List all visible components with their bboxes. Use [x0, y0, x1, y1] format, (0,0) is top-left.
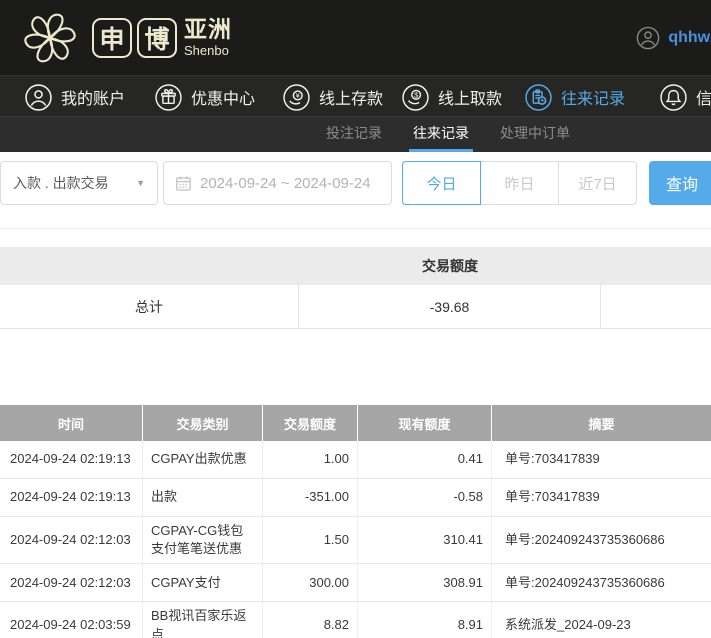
date-range-input[interactable]: 2024-09-24 ~ 2024-09-24 [163, 161, 392, 205]
summary-header-row: 交易额度 [0, 247, 711, 285]
avatar-icon [636, 26, 660, 50]
logo-char-bo: 博 [137, 18, 177, 58]
cell-category: 出款 [143, 479, 263, 516]
col-header-amount: 交易额度 [263, 405, 358, 441]
logo-region: 亚洲 [184, 18, 232, 41]
cell-amount: -351.00 [263, 479, 358, 516]
cell-balance: 310.41 [358, 517, 492, 563]
summary-table: 交易额度 总计 -39.68 [0, 247, 711, 329]
summary-header-spacer [0, 247, 299, 285]
subtab-bar: 投注记录 往来记录 处理中订单 [0, 117, 711, 152]
logo-char-shen: 申 [92, 18, 132, 58]
cell-category: CGPAY-CG钱包支付笔笔送优惠 [143, 517, 263, 563]
summary-total-value: -39.68 [299, 285, 601, 328]
calendar-icon [175, 175, 192, 192]
nav-item-promotions[interactable]: 优惠中心 [155, 76, 255, 117]
cell-balance: 308.91 [358, 564, 492, 601]
transaction-type-select[interactable]: 入款 . 出款交易 ▼ [0, 161, 158, 205]
records-header-row: 时间 交易类别 交易额度 现有额度 摘要 [0, 405, 711, 441]
records-table: 时间 交易类别 交易额度 现有额度 摘要 2024-09-24 02:19:13… [0, 405, 711, 638]
table-row: 2024-09-24 02:03:59 BB视讯百家乐返点 8.82 8.91 … [0, 602, 711, 638]
nav-label: 优惠中心 [191, 85, 255, 109]
cell-category: CGPAY支付 [143, 564, 263, 601]
summary-total-row: 总计 -39.68 [0, 285, 711, 329]
nav-item-deposit[interactable]: ¥ 线上存款 [283, 76, 383, 117]
tab-transaction-records[interactable]: 往来记录 [409, 117, 473, 152]
col-header-time: 时间 [0, 405, 143, 441]
quick-date-buttons: 今日 昨日 近7日 [402, 161, 637, 205]
cell-note: 单号:202409243735360686 [492, 517, 711, 563]
table-row: 2024-09-24 02:19:13 CGPAY出款优惠 1.00 0.41 … [0, 441, 711, 479]
records-icon [525, 84, 552, 111]
cell-amount: 300.00 [263, 564, 358, 601]
nav-item-messages[interactable]: 信息 [660, 76, 711, 117]
withdraw-icon: $ [402, 84, 429, 111]
table-row: 2024-09-24 02:12:03 CGPAY支付 300.00 308.9… [0, 564, 711, 602]
nav-label: 我的账户 [61, 85, 125, 109]
top-header: 申 博 亚洲 Shenbo qhhw2 [0, 0, 711, 75]
cell-note: 单号:703417839 [492, 479, 711, 516]
cell-note: 单号:703417839 [492, 441, 711, 478]
cell-balance: -0.58 [358, 479, 492, 516]
table-row: 2024-09-24 02:19:13 出款 -351.00 -0.58 单号:… [0, 479, 711, 517]
cell-balance: 0.41 [358, 441, 492, 478]
date-range-value: 2024-09-24 ~ 2024-09-24 [200, 175, 371, 192]
col-header-category: 交易类别 [143, 405, 263, 441]
user-area[interactable]: qhhw2 [636, 0, 711, 75]
page: 申 博 亚洲 Shenbo qhhw2 我的账户 [0, 0, 711, 638]
bell-icon [660, 84, 687, 111]
gift-icon [155, 84, 182, 111]
col-header-balance: 现有额度 [358, 405, 492, 441]
yesterday-button[interactable]: 昨日 [480, 161, 559, 205]
cell-balance: 8.91 [358, 602, 492, 638]
cell-time: 2024-09-24 02:03:59 [0, 602, 143, 638]
search-button[interactable]: 查询 [649, 161, 711, 205]
cell-amount: 8.82 [263, 602, 358, 638]
svg-text:$: $ [414, 90, 418, 99]
summary-total-label: 总计 [0, 285, 299, 328]
cell-time: 2024-09-24 02:12:03 [0, 517, 143, 563]
nav-label: 往来记录 [561, 85, 625, 109]
cell-amount: 1.50 [263, 517, 358, 563]
cell-time: 2024-09-24 02:19:13 [0, 479, 143, 516]
last-7-days-button[interactable]: 近7日 [558, 161, 637, 205]
col-header-note: 摘要 [492, 405, 711, 441]
nav-label: 线上取款 [438, 85, 502, 109]
cell-time: 2024-09-24 02:12:03 [0, 564, 143, 601]
deposit-icon: ¥ [283, 84, 310, 111]
cell-amount: 1.00 [263, 441, 358, 478]
user-icon [25, 84, 52, 111]
flower-logo-icon [18, 6, 82, 70]
cell-category: CGPAY出款优惠 [143, 441, 263, 478]
summary-header-spacer [601, 247, 711, 285]
nav-label: 线上存款 [319, 85, 383, 109]
today-button[interactable]: 今日 [402, 161, 481, 205]
main-nav: 我的账户 优惠中心 ¥ 线上存款 $ 线上取 [0, 75, 711, 117]
cell-note: 单号:202409243735360686 [492, 564, 711, 601]
nav-item-transaction-records[interactable]: 往来记录 [525, 76, 625, 117]
nav-item-withdraw[interactable]: $ 线上取款 [402, 76, 502, 117]
cell-note: 系统派发_2024-09-23 [492, 602, 711, 638]
cell-time: 2024-09-24 02:19:13 [0, 441, 143, 478]
cell-category: BB视讯百家乐返点 [143, 602, 263, 638]
logo-subtitle: Shenbo [184, 44, 232, 57]
nav-item-my-account[interactable]: 我的账户 [25, 76, 125, 117]
summary-header-label: 交易额度 [299, 247, 601, 285]
username[interactable]: qhhw2 [668, 29, 711, 47]
records-body: 2024-09-24 02:19:13 CGPAY出款优惠 1.00 0.41 … [0, 441, 711, 638]
nav-label: 信息 [696, 85, 711, 109]
table-row: 2024-09-24 02:12:03 CGPAY-CG钱包支付笔笔送优惠 1.… [0, 517, 711, 564]
tab-pending-orders[interactable]: 处理中订单 [500, 117, 570, 152]
filter-section: 入款 . 出款交易 ▼ 2024-09-24 ~ 2024-09-24 今日 昨… [0, 152, 711, 229]
logo-text: 亚洲 Shenbo [184, 18, 232, 57]
tab-betting-records[interactable]: 投注记录 [326, 117, 382, 152]
caret-down-icon: ▼ [136, 178, 145, 188]
brand-logo[interactable]: 申 博 亚洲 Shenbo [18, 6, 232, 70]
logo-characters: 申 博 [92, 18, 177, 58]
summary-empty-cell [601, 285, 711, 328]
transaction-type-value: 入款 . 出款交易 [13, 173, 109, 193]
